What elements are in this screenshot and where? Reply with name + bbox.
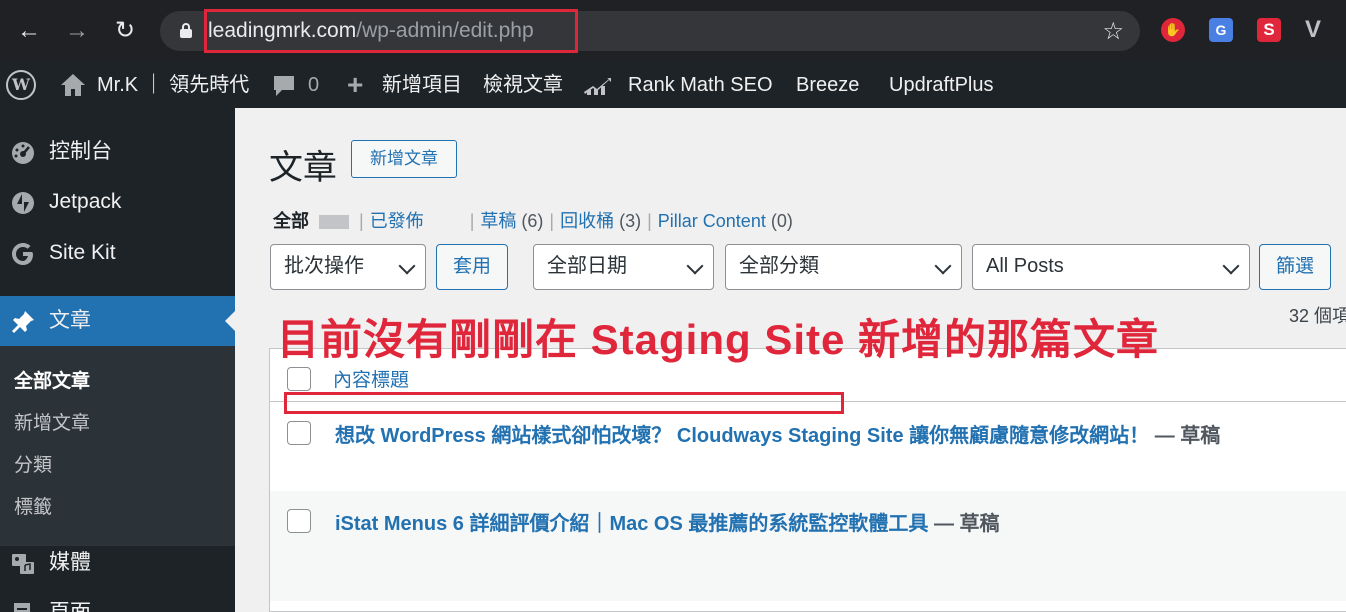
filter-published[interactable]: 已發佈 xyxy=(370,211,424,231)
post-title-link[interactable]: 想改 WordPress 網站樣式卻怕改壞？ Cloudways Staging… xyxy=(335,425,1149,447)
comments-count[interactable]: 0 xyxy=(308,62,319,108)
forward-arrow-icon[interactable]: → xyxy=(62,14,92,48)
redacted-count xyxy=(319,215,349,230)
date-filter-select[interactable]: 全部日期 xyxy=(533,244,714,290)
admin-sidebar: 控制台 Jetpack Site Kit 文章 全部文章 新增文章 分類 標籤 xyxy=(0,108,235,612)
address-bar[interactable]: leadingmrk.com/wp-admin/edit.php ☆ xyxy=(160,9,1140,53)
filter-button[interactable]: 篩選 xyxy=(1259,244,1331,290)
url-text[interactable]: leadingmrk.com/wp-admin/edit.php xyxy=(208,19,534,43)
apply-button[interactable]: 套用 xyxy=(436,244,508,290)
lock-icon xyxy=(180,23,192,38)
row-checkbox[interactable] xyxy=(287,509,311,533)
wp-admin-bar: W Mr.K ｜ 領先時代 0 + 新增項目 檢視文章 Rank Math SE… xyxy=(0,62,1346,108)
page-icon xyxy=(14,603,30,612)
submenu-categories[interactable]: 分類 xyxy=(14,450,52,477)
sidebar-item-posts[interactable]: 文章 xyxy=(0,296,235,346)
sidebar-item-label: 媒體 xyxy=(49,551,91,574)
submenu-add-new[interactable]: 新增文章 xyxy=(14,408,90,435)
filter-drafts[interactable]: 草稿 xyxy=(480,211,516,231)
bulk-action-select[interactable]: 批次操作 xyxy=(270,244,426,290)
post-state: — 草稿 xyxy=(928,513,1000,535)
annotation-text: 目前沒有剛剛在 Staging Site 新增的那篇文章 xyxy=(277,316,1160,363)
sidebar-item-jetpack[interactable]: Jetpack xyxy=(0,177,235,227)
view-posts-link[interactable]: 檢視文章 xyxy=(483,62,563,108)
drafts-count: (6) xyxy=(521,211,544,231)
wordpress-logo-icon[interactable]: W xyxy=(6,70,36,100)
gauge-icon xyxy=(12,142,34,164)
stop-extension-icon[interactable]: ✋ xyxy=(1161,18,1185,42)
post-type-filter-value: All Posts xyxy=(986,255,1064,277)
sidebar-item-site-kit[interactable]: Site Kit xyxy=(0,228,235,278)
plus-icon[interactable]: + xyxy=(347,71,363,99)
pushpin-icon xyxy=(12,311,34,333)
translate-extension-icon[interactable]: G xyxy=(1209,18,1233,42)
status-filter-links: 全部 | 已發佈 | 草稿 (6) | 回收桶 (3) | Pillar Content (0) xyxy=(273,211,793,231)
bulk-action-value: 批次操作 xyxy=(284,255,364,277)
add-new-post-button[interactable]: 新增文章 xyxy=(351,140,457,178)
new-item-link[interactable]: 新增項目 xyxy=(382,62,462,108)
row-checkbox[interactable] xyxy=(287,421,311,445)
posts-table: 內容標題 想改 WordPress 網站樣式卻怕改壞？ Cloudways St… xyxy=(269,348,1346,612)
page-title: 文章 xyxy=(269,149,337,187)
pillar-count: (0) xyxy=(770,211,793,231)
rank-math-link[interactable]: Rank Math SEO xyxy=(628,62,773,108)
posts-submenu: 全部文章 新增文章 分類 標籤 xyxy=(0,346,235,546)
chevron-down-icon xyxy=(398,257,416,275)
chevron-down-icon xyxy=(686,257,704,275)
submenu-tags[interactable]: 標籤 xyxy=(14,492,52,519)
media-icon xyxy=(12,554,34,574)
sidebar-item-label: 頁面 xyxy=(49,588,91,612)
filter-trash[interactable]: 回收桶 xyxy=(560,211,614,231)
post-title-link[interactable]: iStat Menus 6 詳細評價介紹｜Mac OS 最推薦的系統監控軟體工具 xyxy=(335,513,928,535)
missing-post-highlight-box xyxy=(284,392,844,414)
v-extension-icon[interactable]: V xyxy=(1305,18,1329,42)
url-path: /wp-admin/edit.php xyxy=(356,19,534,42)
post-state: — 草稿 xyxy=(1149,425,1221,447)
active-menu-arrow xyxy=(225,311,235,331)
site-name-link[interactable]: Mr.K ｜ 領先時代 xyxy=(97,62,249,108)
breeze-link[interactable]: Breeze xyxy=(796,62,859,108)
select-all-checkbox[interactable] xyxy=(287,367,311,391)
reload-icon[interactable]: ↻ xyxy=(110,14,140,48)
items-count: 32 個項 xyxy=(1289,306,1346,326)
category-filter-select[interactable]: 全部分類 xyxy=(725,244,962,290)
jetpack-icon xyxy=(12,192,34,214)
post-type-filter-select[interactable]: All Posts xyxy=(972,244,1250,290)
chevron-down-icon xyxy=(1222,257,1240,275)
category-filter-value: 全部分類 xyxy=(739,255,819,277)
sidebar-item-media[interactable]: 媒體 xyxy=(0,538,235,588)
google-g-icon xyxy=(12,243,33,265)
home-icon[interactable] xyxy=(60,73,86,97)
sidebar-item-dashboard[interactable]: 控制台 xyxy=(0,127,235,177)
bookmark-star-icon[interactable]: ☆ xyxy=(1102,17,1124,46)
submenu-all-posts[interactable]: 全部文章 xyxy=(14,366,90,393)
updraftplus-link[interactable]: UpdraftPlus xyxy=(889,62,994,108)
rank-math-icon[interactable] xyxy=(583,76,613,96)
sidebar-item-label: 文章 xyxy=(49,309,91,332)
table-row: iStat Menus 6 詳細評價介紹｜Mac OS 最推薦的系統監控軟體工具… xyxy=(335,507,1000,536)
main-content: 文章 新增文章 全部 | 已發佈 | 草稿 (6) | 回收桶 (3) | Pillar Con… xyxy=(235,108,1346,612)
s-extension-icon[interactable]: S xyxy=(1257,18,1281,42)
back-arrow-icon[interactable]: ← xyxy=(14,14,44,48)
filter-pillar-content[interactable]: Pillar Content xyxy=(658,211,766,231)
sidebar-item-pages[interactable]: 頁面 xyxy=(0,588,235,612)
filter-all[interactable]: 全部 xyxy=(273,211,309,231)
url-host: leadingmrk.com xyxy=(208,19,357,42)
chevron-down-icon xyxy=(934,257,952,275)
trash-count: (3) xyxy=(619,211,642,231)
browser-toolbar: ← → ↻ leadingmrk.com/wp-admin/edit.php ☆… xyxy=(0,0,1346,62)
table-row: 想改 WordPress 網站樣式卻怕改壞？ Cloudways Staging… xyxy=(335,419,1220,448)
date-filter-value: 全部日期 xyxy=(547,255,627,277)
sidebar-item-label: Site Kit xyxy=(49,241,116,264)
sidebar-item-label: 控制台 xyxy=(49,140,112,163)
comment-bubble-icon[interactable] xyxy=(272,75,296,97)
column-header-title[interactable]: 內容標題 xyxy=(333,365,409,392)
sidebar-item-label: Jetpack xyxy=(49,190,122,213)
